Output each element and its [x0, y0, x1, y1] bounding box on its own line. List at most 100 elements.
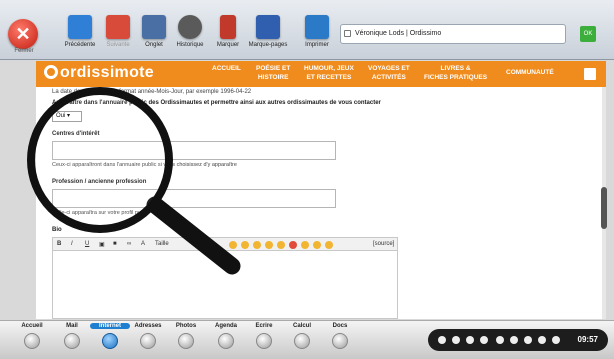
site-nav-bar: ordissimote ACCUEIL POÉSIE ET HISTOIRE HU…	[36, 61, 606, 87]
editor-toolbar: B I U ▣ ■ ∞ A Taille [source]	[52, 237, 398, 251]
dock-docs[interactable]: Docs	[320, 323, 360, 349]
dock-agenda[interactable]: Agenda	[206, 323, 246, 349]
image-icon[interactable]: ▣	[99, 241, 105, 248]
close-label: Fermer	[14, 48, 34, 54]
trash-icon[interactable]	[538, 336, 546, 344]
ok-button[interactable]: OK	[580, 26, 596, 42]
mail-icon	[64, 333, 80, 349]
link-icon[interactable]: ∞	[127, 241, 131, 247]
history-button[interactable]: Historique	[170, 15, 210, 55]
smiley-icon[interactable]	[325, 241, 333, 249]
directory-select[interactable]: Oui ▾	[52, 111, 82, 122]
printer-icon	[305, 15, 329, 39]
interests-field[interactable]	[52, 141, 336, 160]
calculator-icon	[294, 333, 310, 349]
close-button[interactable]: ✕	[8, 19, 38, 49]
bookmark-button[interactable]: Marquer	[208, 15, 248, 55]
forward-button-label: Suivante	[106, 42, 130, 48]
nav-accueil[interactable]: ACCUEIL	[212, 64, 241, 73]
clock: 09:57	[577, 335, 598, 344]
dock-calcul[interactable]: Calcul	[282, 323, 322, 349]
forward-button[interactable]: Suivante	[98, 15, 138, 55]
bookmarks-icon	[256, 15, 280, 39]
calendar-icon	[218, 333, 234, 349]
photo-icon	[178, 333, 194, 349]
dock-mail[interactable]: Mail	[52, 323, 92, 349]
pen-icon	[256, 333, 272, 349]
folder-icon	[332, 333, 348, 349]
profile-form: La date de naissance au format année-Moi…	[36, 87, 607, 319]
back-button[interactable]: Précédente	[60, 15, 100, 55]
bookmark-button-label: Marquer	[216, 42, 240, 48]
interests-label: Centres d'intérêt	[52, 131, 100, 137]
home-icon	[24, 333, 40, 349]
address-text: Véronique Lods | Ordissimo	[355, 30, 442, 37]
nav-poesie[interactable]: POÉSIE ET HISTOIRE	[256, 64, 290, 82]
print-button[interactable]: Imprimer	[297, 15, 337, 55]
back-button-label: Précédente	[64, 42, 96, 48]
smiley-icon[interactable]	[313, 241, 321, 249]
nav-communaute[interactable]: COMMUNAUTÉ	[506, 68, 554, 77]
wifi-icon[interactable]	[452, 336, 460, 344]
smiley-icon[interactable]	[253, 241, 261, 249]
system-tray: 09:57	[428, 329, 608, 351]
profession-field[interactable]	[52, 189, 336, 208]
dock-ecrire[interactable]: Ecrire	[244, 323, 284, 349]
bookmarks-button-label: Marque-pages	[248, 42, 288, 48]
italic-icon[interactable]: I	[71, 241, 73, 247]
address-bar[interactable]: Véronique Lods | Ordissimo	[340, 24, 566, 44]
print-button-label: Imprimer	[305, 42, 329, 48]
clock-icon	[178, 15, 202, 39]
text-color-icon[interactable]: A	[141, 241, 145, 247]
smiley-icon[interactable]	[277, 241, 285, 249]
record-icon[interactable]	[496, 336, 504, 344]
bookmark-icon	[220, 15, 236, 39]
dock-accueil[interactable]: Accueil	[12, 323, 52, 349]
bio-editor[interactable]	[52, 251, 398, 319]
nav-humour[interactable]: HUMOUR, JEUX ET RECETTES	[304, 64, 354, 82]
directory-label: Apparaître dans l'annuaire public des Or…	[52, 100, 381, 106]
nav-voyages[interactable]: VOYAGES ET ACTIVITÉS	[368, 64, 410, 82]
smiley-icon[interactable]	[265, 241, 273, 249]
underline-icon[interactable]: U	[85, 241, 89, 247]
profession-hint: Celle-ci apparaîtra sur votre profil pub…	[52, 210, 150, 216]
smiley-icon[interactable]	[229, 241, 237, 249]
battery-icon[interactable]	[480, 336, 488, 344]
dock-adresses[interactable]: Adresses	[128, 323, 168, 349]
history-button-label: Historique	[176, 42, 204, 48]
profession-label: Profession / ancienne profession	[52, 179, 147, 185]
forward-arrow-icon	[106, 15, 130, 39]
source-button[interactable]: [source]	[373, 241, 394, 247]
moon-icon[interactable]	[524, 336, 532, 344]
tab-button[interactable]: Onglet	[134, 15, 174, 55]
site-logo[interactable]: ordissimote	[44, 64, 154, 82]
tab-button-label: Onglet	[145, 42, 163, 48]
video-icon[interactable]: ■	[113, 241, 117, 247]
scrollbar-thumb[interactable]	[601, 187, 607, 229]
logo-text: ordissimote	[60, 64, 154, 81]
settings-icon[interactable]	[510, 336, 518, 344]
browser-toolbar: ✕ Fermer Précédente Suivante Onglet Hist…	[0, 0, 614, 60]
dock-photos[interactable]: Photos	[166, 323, 206, 349]
dock-internet[interactable]: Internet	[90, 323, 130, 349]
smiley-icon[interactable]	[241, 241, 249, 249]
bold-icon[interactable]: B	[57, 241, 61, 247]
app-dock: Accueil Mail Internet Adresses Photos Ag…	[0, 320, 614, 359]
heart-icon[interactable]	[289, 241, 297, 249]
back-arrow-icon	[68, 15, 92, 39]
nav-livres[interactable]: LIVRES & FICHES PRATIQUES	[424, 64, 487, 82]
font-size-select[interactable]: Taille	[155, 241, 169, 247]
contacts-icon	[140, 333, 156, 349]
logo-ring-icon	[44, 65, 58, 79]
lock-icon	[344, 30, 351, 37]
bookmarks-button[interactable]: Marque-pages	[248, 15, 288, 55]
power-icon[interactable]	[552, 336, 560, 344]
menu-icon[interactable]	[584, 68, 596, 80]
globe-icon	[102, 333, 118, 349]
bio-label: Bio	[52, 227, 62, 233]
smiley-icon[interactable]	[301, 241, 309, 249]
tools-icon[interactable]	[438, 336, 446, 344]
interests-hint: Ceux-ci apparaîtront dans l'annuaire pub…	[52, 162, 237, 168]
date-hint: La date de naissance au format année-Moi…	[52, 89, 252, 95]
volume-icon[interactable]	[466, 336, 474, 344]
